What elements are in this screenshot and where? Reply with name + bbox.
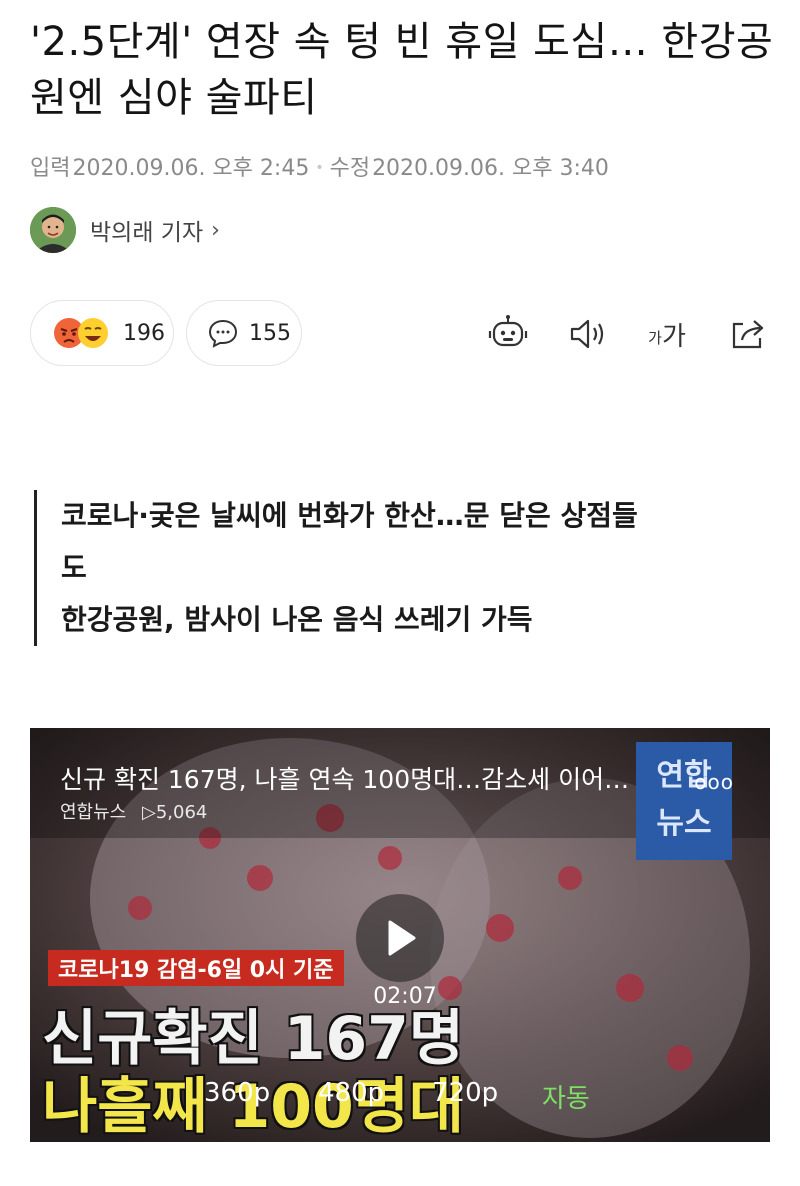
- summary-line: 한강공원, 밤사이 나온 음식 쓰레기 가득: [61, 603, 533, 636]
- summary-bot-button[interactable]: [486, 312, 530, 356]
- speaker-icon: [570, 319, 604, 349]
- channel-logo: 연합 뉴스: [636, 742, 732, 860]
- font-large-label: 가: [661, 321, 686, 352]
- summary-line: 코로나·궂은 날씨에 번화가 한산…문 닫은 상점들: [61, 499, 638, 532]
- logo-line: 뉴스: [656, 806, 712, 841]
- play-count-icon: ▷: [141, 802, 156, 823]
- share-icon: [732, 320, 764, 349]
- edit-time: 2020.09.06. 오후 3:40: [372, 156, 609, 181]
- reporter-avatar: [30, 207, 76, 253]
- share-button[interactable]: [726, 312, 770, 356]
- reporter-link[interactable]: 박의래 기자 ›: [30, 206, 220, 254]
- comment-count: 155: [249, 320, 291, 346]
- reporter-name: 박의래 기자: [90, 220, 204, 246]
- article-title: '2.5단계' 연장 속 텅 빈 휴일 도심… 한강공원엔 심야 술파티: [30, 19, 774, 121]
- summary-line: 도: [61, 551, 87, 584]
- video-duration: 02:07: [373, 984, 437, 1009]
- reaction-button[interactable]: 196: [30, 300, 174, 366]
- video-views: 5,064: [155, 802, 208, 823]
- video-channel: 연합뉴스: [60, 802, 127, 823]
- video-meta: 연합뉴스 ▷5,064: [60, 798, 207, 824]
- caption-box: 코로나19 감염-6일 0시 기준: [48, 950, 344, 986]
- input-time: 2020.09.06. 오후 2:45: [72, 156, 310, 181]
- comments-button[interactable]: 155: [186, 300, 302, 366]
- chevron-right-icon: ›: [211, 217, 220, 243]
- reaction-count: 196: [123, 320, 165, 346]
- quality-480p[interactable]: 480p: [318, 1078, 384, 1108]
- more-options-icon[interactable]: ooo: [694, 770, 734, 794]
- reaction-emoji-icon: [54, 318, 108, 348]
- input-label: 입력: [30, 156, 71, 181]
- robot-icon: [488, 315, 528, 347]
- quality-360p[interactable]: 360p: [204, 1078, 270, 1108]
- video-title: 신규 확진 167명, 나흘 연속 100명대…감소세 이어…: [60, 765, 630, 794]
- font-size-button[interactable]: 가가: [642, 312, 692, 356]
- article-timestamps: 입력2020.09.06. 오후 2:45 • 수정2020.09.06. 오후 3…: [30, 150, 609, 182]
- font-small-label: 가: [648, 328, 662, 347]
- edit-label: 수정: [329, 156, 371, 181]
- quality-auto[interactable]: 자동: [542, 1078, 590, 1115]
- article-summary: 코로나·궂은 날씨에 번화가 한산…문 닫은 상점들 도 한강공원, 밤사이 나…: [34, 490, 734, 646]
- meta-separator: •: [315, 160, 324, 176]
- comment-bubble-icon: [208, 319, 238, 348]
- play-button[interactable]: [356, 894, 444, 982]
- audio-button[interactable]: [566, 312, 610, 356]
- quality-720p[interactable]: 720p: [432, 1078, 498, 1108]
- video-player[interactable]: 연합 뉴스 신규 확진 167명, 나흘 연속 100명대…감소세 이어… 연합…: [30, 728, 770, 1142]
- play-icon: [388, 920, 416, 956]
